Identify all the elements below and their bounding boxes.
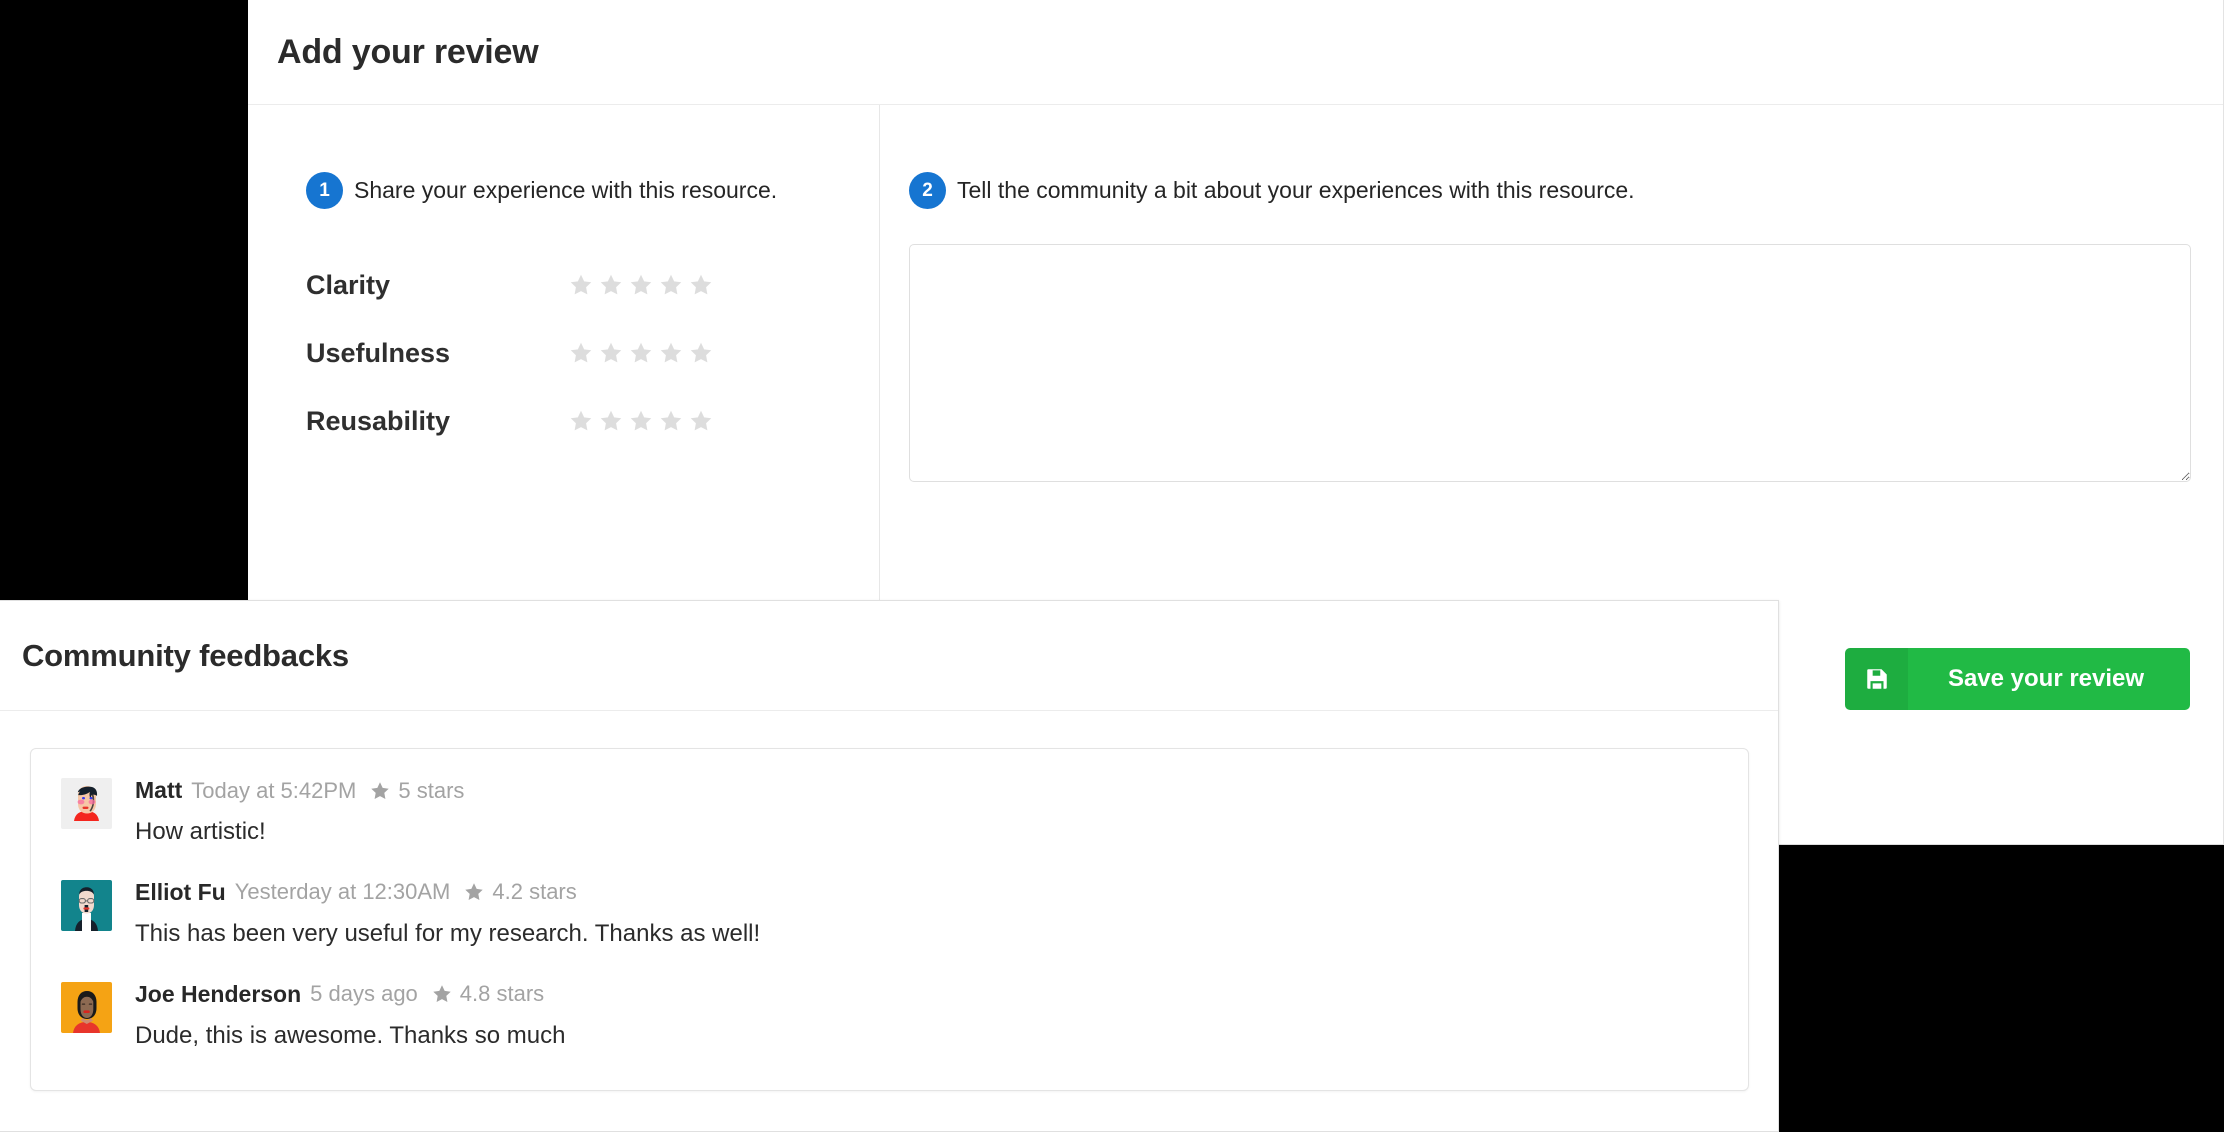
- list-item: Matt Today at 5:42PM 5 stars How artisti…: [61, 778, 1718, 847]
- feedback-text: How artistic!: [135, 818, 266, 845]
- avatar: [61, 879, 112, 931]
- list-item: Joe Henderson 5 days ago 4.8 stars Dude,…: [61, 981, 1718, 1051]
- feedback-timestamp: Yesterday at 12:30AM: [234, 879, 451, 905]
- rating-row-usefulness: Usefulness: [306, 319, 879, 387]
- feedback-timestamp: Today at 5:42PM: [191, 777, 357, 803]
- rating-label-usefulness: Usefulness: [306, 337, 451, 368]
- avatar: [61, 778, 112, 829]
- review-text-input[interactable]: [909, 244, 2191, 482]
- panel-header: Add your review: [248, 0, 2223, 105]
- page-title: Add your review: [277, 32, 539, 71]
- rating-label-reusability: Reusability: [306, 405, 451, 436]
- feedback-rating: 5 stars: [369, 777, 465, 803]
- feedback-list-card: Matt Today at 5:42PM 5 stars How artisti…: [30, 748, 1749, 1092]
- rating-row-clarity: Clarity: [306, 251, 879, 319]
- feedback-meta: Matt Today at 5:42PM 5 stars: [135, 779, 464, 802]
- star-rating-usefulness[interactable]: [568, 340, 714, 366]
- star-icon[interactable]: [628, 340, 654, 366]
- star-icon[interactable]: [658, 272, 684, 298]
- feedback-rating-label: 4.2 stars: [492, 879, 577, 905]
- ratings-list: Clarity Usefulness Reusability: [306, 251, 879, 455]
- feedback-rating-label: 5 stars: [398, 777, 465, 803]
- star-icon[interactable]: [628, 272, 654, 298]
- star-icon: [369, 780, 391, 802]
- star-icon[interactable]: [688, 340, 714, 366]
- feedback-author: Joe Henderson: [135, 980, 302, 1007]
- feedback-content: Joe Henderson 5 days ago 4.8 stars Dude,…: [135, 982, 565, 1051]
- community-feedbacks-title: Community feedbacks: [22, 637, 349, 673]
- feedback-text: This has been very useful for my researc…: [135, 919, 761, 947]
- star-icon[interactable]: [568, 340, 594, 366]
- rating-label-clarity: Clarity: [306, 269, 391, 300]
- feedback-content: Matt Today at 5:42PM 5 stars How artisti…: [135, 778, 464, 847]
- feedback-rating: 4.8 stars: [431, 983, 544, 1005]
- feedback-timestamp: 5 days ago: [310, 981, 418, 1007]
- step-2: 2 Tell the community a bit about your ex…: [909, 172, 2191, 209]
- star-icon[interactable]: [598, 340, 624, 366]
- community-feedbacks-panel: Community feedbacks Matt Today at 5:42PM…: [0, 600, 1779, 1132]
- star-icon[interactable]: [628, 408, 654, 434]
- feedback-text: Dude, this is awesome. Thanks so much: [135, 1021, 566, 1049]
- step-2-badge: 2: [909, 172, 946, 209]
- star-icon: [463, 881, 485, 903]
- star-icon[interactable]: [688, 272, 714, 298]
- list-item: Elliot Fu Yesterday at 12:30AM 4.2 stars…: [61, 879, 1718, 949]
- avatar: [61, 981, 112, 1033]
- save-review-label: Save your review: [1947, 665, 2145, 692]
- star-icon[interactable]: [598, 272, 624, 298]
- feedback-author: Matt: [135, 777, 183, 803]
- feedback-meta: Joe Henderson 5 days ago 4.8 stars: [135, 980, 565, 1007]
- star-icon[interactable]: [598, 408, 624, 434]
- star-icon: [431, 983, 453, 1005]
- feedback-meta: Elliot Fu Yesterday at 12:30AM 4.2 stars: [135, 878, 760, 905]
- step-1-label: Share your experience with this resource…: [354, 177, 778, 203]
- save-floppy-icon: [1845, 648, 1908, 710]
- step-1-badge: 1: [306, 172, 343, 209]
- star-icon[interactable]: [658, 408, 684, 434]
- feedback-rating-label: 4.8 stars: [459, 981, 545, 1007]
- feedback-content: Elliot Fu Yesterday at 12:30AM 4.2 stars…: [135, 880, 760, 949]
- feedback-rating: 4.2 stars: [463, 879, 577, 905]
- community-feedbacks-header: Community feedbacks: [0, 601, 1778, 711]
- rating-row-reusability: Reusability: [306, 387, 879, 455]
- step-2-label: Tell the community a bit about your expe…: [957, 177, 1635, 203]
- feedback-author: Elliot Fu: [135, 878, 226, 905]
- star-icon[interactable]: [568, 408, 594, 434]
- star-icon[interactable]: [658, 340, 684, 366]
- save-review-button[interactable]: Save your review: [1845, 648, 2190, 710]
- step-1: 1 Share your experience with this resour…: [306, 172, 879, 209]
- star-rating-clarity[interactable]: [568, 272, 714, 298]
- star-icon[interactable]: [568, 272, 594, 298]
- star-icon[interactable]: [688, 408, 714, 434]
- community-feedbacks-body: Matt Today at 5:42PM 5 stars How artisti…: [0, 711, 1778, 1092]
- star-rating-reusability[interactable]: [568, 408, 714, 434]
